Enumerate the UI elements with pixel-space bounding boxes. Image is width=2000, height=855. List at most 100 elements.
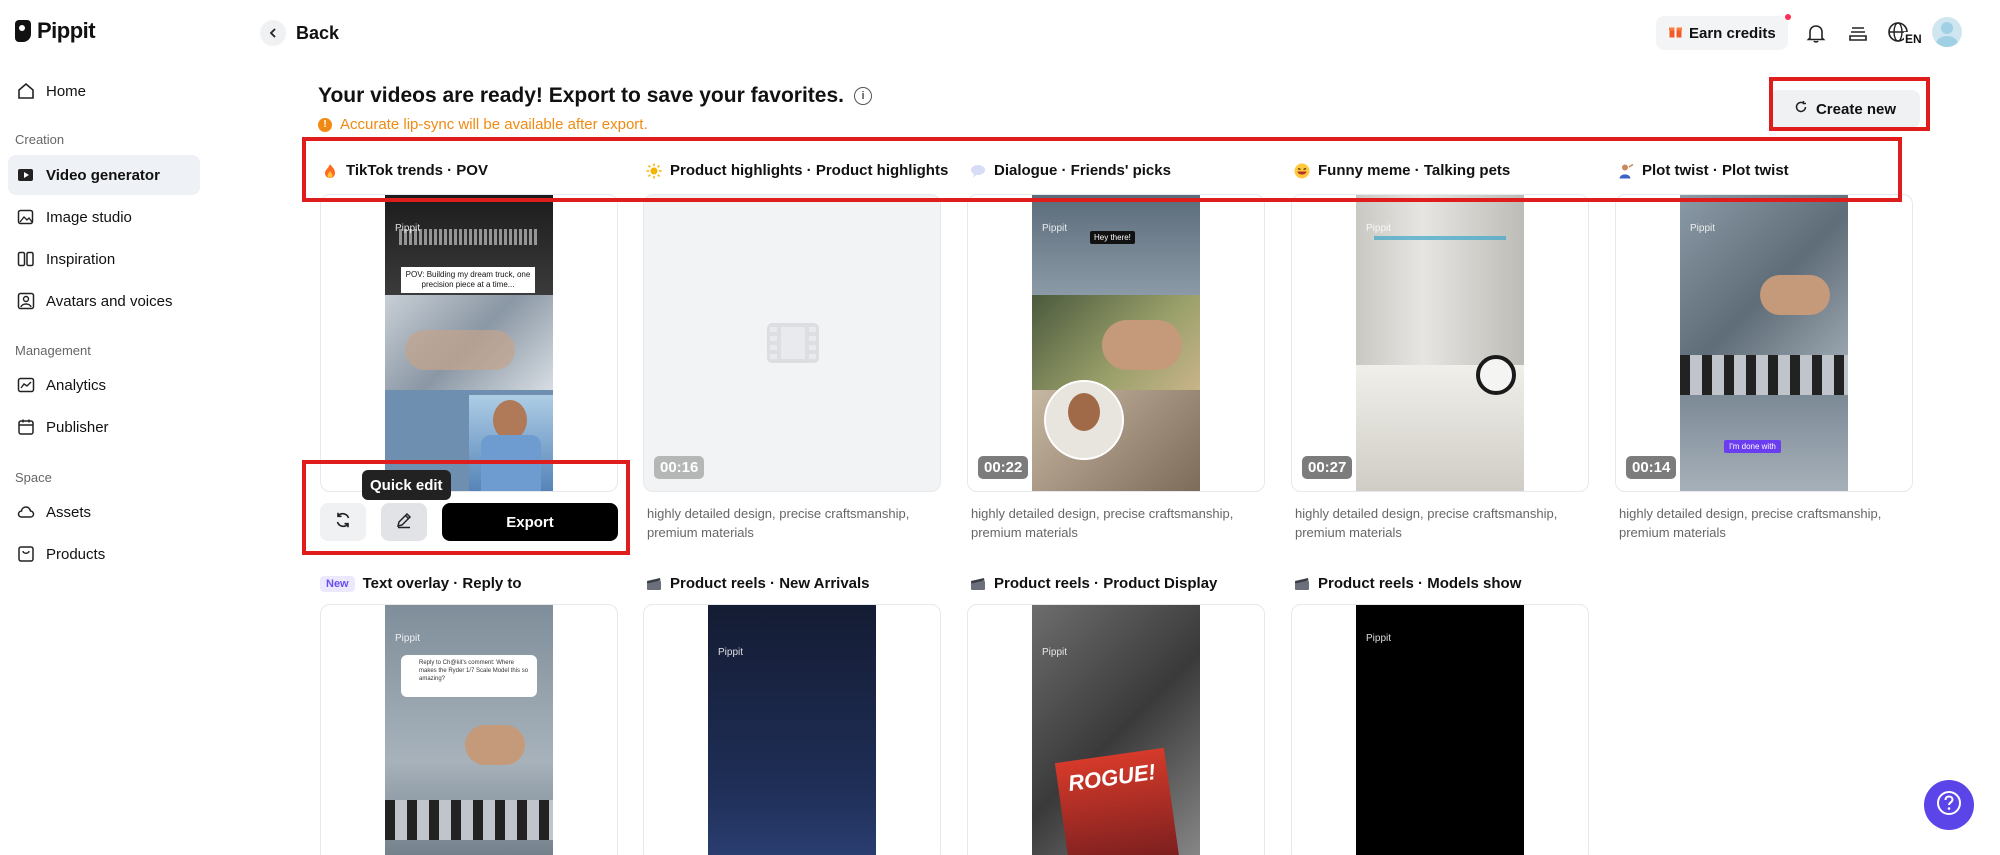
regenerate-icon [334,511,352,534]
category-label: Product highlights · Product highlights [670,162,949,179]
quick-edit-button[interactable] [381,503,427,541]
category-title: Funny meme · Talking pets [1294,162,1510,179]
category-title: Dialogue · Friends' picks [970,162,1171,179]
create-new-button[interactable]: Create new [1770,90,1920,128]
lip-sync-warning: ! Accurate lip-sync will be available af… [318,116,648,133]
video-description: highly detailed design, precise craftsma… [1619,506,1882,540]
inbox-stack-icon[interactable] [1843,18,1873,48]
video-card[interactable]: 00:16 [643,194,941,492]
category-title: Product highlights · Product highlights [646,162,948,179]
sidebar-item-products[interactable]: Products [8,534,200,574]
back-button[interactable]: Back [260,20,339,46]
language-label: EN [1904,32,1923,46]
sidebar: Pippit Home Creation Video generator Ima… [0,0,210,855]
video-description: highly detailed design, precise craftsma… [971,506,1234,540]
video-thumbnail[interactable]: Pippit [708,605,876,855]
category-label: Product reels · Product Display [994,575,1218,592]
category-title: TikTok trends · POV [322,162,488,179]
sidebar-item-label: Assets [46,503,92,521]
sidebar-item-publisher[interactable]: Publisher [8,407,200,447]
video-thumbnail[interactable]: Pippit [1356,195,1524,491]
sidebar-item-label: Analytics [46,376,107,394]
video-card[interactable]: Pippit [643,604,941,855]
warning-text: Accurate lip-sync will be available afte… [340,116,648,133]
category-title: Product reels · New Arrivals [646,575,870,592]
sidebar-item-label: Video generator [46,166,160,184]
sparkle-icon [646,163,662,179]
video-card[interactable]: Pippit 00:27 [1291,194,1589,492]
video-thumbnail[interactable]: Pippit Reply to Ch@kit's comment: Where … [385,605,553,855]
category-label: Product reels · Models show [1318,575,1522,592]
info-icon[interactable]: i [853,87,872,105]
video-card[interactable]: Pippit Hey there! 00:22 [967,194,1265,492]
category-label: Funny meme · Talking pets [1318,162,1511,179]
back-label: Back [296,22,340,43]
new-badge: New [320,575,355,592]
video-thumbnail[interactable]: Pippit ROGUE! [1032,605,1200,855]
pencil-icon [395,511,413,534]
app-name: Pippit [37,18,96,43]
export-button[interactable]: Export [442,503,618,541]
video-card[interactable]: Pippit ROGUE! [967,604,1265,855]
video-thumbnail-placeholder[interactable]: 00:16 [644,195,940,491]
sidebar-item-home[interactable]: Home [8,71,200,111]
category-label: TikTok trends · POV [346,162,488,179]
video-card[interactable]: Pippit I'm done with 00:14 [1615,194,1913,492]
watermark: Pippit [1690,223,1716,234]
video-card[interactable]: Pippit POV: Building my dream truck, one… [320,194,618,492]
image-studio-icon [16,207,36,227]
video-card[interactable]: Pippit [1291,604,1589,855]
sidebar-item-video-generator[interactable]: Video generator [8,155,200,195]
cloud-icon [16,502,36,522]
category-label: Plot twist · Plot twist [1642,162,1789,179]
video-caption: Hey there! [1090,231,1135,244]
sidebar-item-avatars-and-voices[interactable]: Avatars and voices [8,281,200,321]
language-globe-icon[interactable]: EN [1885,18,1925,48]
video-generator-icon [16,165,36,185]
regenerate-button[interactable] [320,503,366,541]
video-caption: Reply to Ch@kit's comment: Where makes t… [401,655,537,697]
sidebar-item-inspiration[interactable]: Inspiration [8,239,200,279]
film-icon [646,576,662,592]
user-avatar[interactable] [1932,17,1962,47]
sidebar-item-image-studio[interactable]: Image studio [8,197,200,237]
category-label: Dialogue · Friends' picks [994,162,1171,179]
sidebar-item-assets[interactable]: Assets [8,492,200,532]
video-thumbnail[interactable]: Pippit [1356,605,1524,855]
watermark: Pippit [395,633,421,644]
category-title: Plot twist · Plot twist [1618,162,1789,179]
category-title: Product reels · Product Display [970,575,1217,592]
help-button[interactable] [1924,780,1974,830]
bell-icon[interactable] [1801,18,1831,48]
sidebar-item-label: Inspiration [46,250,116,268]
laughing-face-icon [1294,163,1310,179]
sidebar-item-label: Home [46,82,87,100]
video-description: highly detailed design, precise craftsma… [1295,506,1558,540]
video-duration: 00:14 [1626,456,1677,479]
notification-dot [1784,14,1791,20]
film-icon [970,576,986,592]
warning-icon: ! [318,117,332,132]
sidebar-item-label: Avatars and voices [46,292,173,310]
app-logo[interactable]: Pippit [15,18,96,44]
video-card[interactable]: Pippit Reply to Ch@kit's comment: Where … [320,604,618,855]
video-duration: 00:27 [1302,456,1353,479]
video-thumbnail[interactable]: Pippit I'm done with [1680,195,1848,491]
video-caption: POV: Building my dream truck, one precis… [401,267,535,293]
category-label: Product reels · New Arrivals [670,575,870,592]
analytics-icon [16,375,36,395]
video-thumbnail[interactable]: Pippit Hey there! [1032,195,1200,491]
earn-credits-label: Earn credits [1689,24,1776,42]
watermark: Pippit [1042,647,1068,658]
sidebar-item-analytics[interactable]: Analytics [8,365,200,405]
speech-bubble-icon [970,163,986,179]
earn-credits-button[interactable]: Earn credits [1656,14,1791,50]
watermark: Pippit [1366,633,1392,644]
pippit-logo-icon [15,20,31,42]
video-thumbnail[interactable]: Pippit POV: Building my dream truck, one… [385,195,553,491]
section-label-creation: Creation [15,132,65,147]
watermark: Pippit [718,647,744,658]
fire-icon [322,163,338,179]
avatar-icon [16,291,36,311]
watermark: Pippit [395,223,421,234]
